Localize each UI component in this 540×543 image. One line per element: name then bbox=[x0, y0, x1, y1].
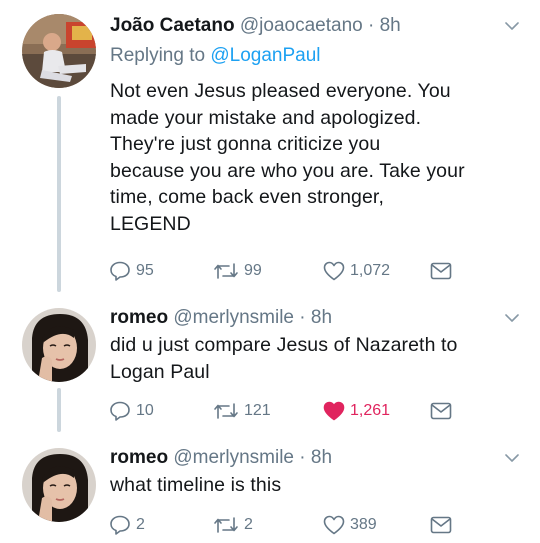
tweet-text-line: LEGEND bbox=[110, 212, 191, 235]
direct-message-icon[interactable] bbox=[430, 402, 452, 420]
tweet-header: romeo @merlynsmile · 8h bbox=[110, 306, 332, 330]
handle[interactable]: @joaocaetano bbox=[240, 15, 363, 36]
profile-photo-icon bbox=[22, 308, 96, 382]
reply-count: 95 bbox=[136, 262, 154, 279]
like-count: 389 bbox=[350, 516, 377, 533]
tweet-3[interactable]: romeo @merlynsmile · 8h what timeline is… bbox=[0, 440, 540, 543]
avatar[interactable] bbox=[22, 448, 96, 522]
replying-to-label: Replying to bbox=[110, 45, 206, 66]
handle[interactable]: @merlynsmile bbox=[173, 447, 294, 468]
profile-photo-icon bbox=[22, 14, 96, 88]
separator: · bbox=[299, 447, 306, 468]
tweet-text: did u just compare Jesus of Nazareth to … bbox=[110, 332, 530, 385]
chevron-down-icon[interactable] bbox=[504, 20, 520, 32]
tweet-text-line: because you are who you are. Take your bbox=[110, 159, 465, 182]
tweet-text-line: Logan Paul bbox=[110, 360, 210, 383]
tweet-text-line: Not even Jesus pleased everyone. You bbox=[110, 80, 451, 102]
tweet-actions: 2 2 389 bbox=[108, 512, 508, 538]
thread-line bbox=[57, 388, 61, 432]
mention-link[interactable]: @LoganPaul bbox=[210, 45, 320, 66]
retweet-icon bbox=[214, 403, 238, 419]
profile-photo-icon bbox=[22, 448, 96, 522]
tweet-text: Not even Jesus pleased everyone. You mad… bbox=[110, 78, 530, 237]
separator: · bbox=[367, 15, 375, 36]
chevron-down-icon[interactable] bbox=[504, 312, 520, 324]
retweet-count: 2 bbox=[244, 516, 253, 533]
reply-button[interactable]: 95 bbox=[108, 258, 154, 284]
reply-button[interactable]: 10 bbox=[108, 398, 154, 424]
like-count: 1,072 bbox=[350, 262, 391, 279]
direct-message-icon[interactable] bbox=[430, 516, 452, 534]
display-name[interactable]: João Caetano bbox=[110, 15, 235, 36]
retweet-icon bbox=[214, 517, 238, 533]
retweet-icon bbox=[214, 263, 238, 279]
retweet-button[interactable]: 99 bbox=[212, 258, 262, 284]
retweet-button[interactable]: 2 bbox=[212, 512, 253, 538]
chevron-down-icon[interactable] bbox=[504, 452, 520, 464]
tweet-header: João Caetano @joaocaetano · 8h bbox=[110, 14, 401, 38]
like-button[interactable]: 1,261 bbox=[322, 398, 390, 424]
tweet-actions: 10 121 1,261 bbox=[108, 398, 508, 424]
tweet-text-line: They're just gonna criticize you bbox=[110, 133, 381, 155]
reply-icon bbox=[110, 515, 130, 535]
like-count: 1,261 bbox=[350, 402, 391, 419]
separator: · bbox=[299, 307, 306, 328]
timestamp[interactable]: 8h bbox=[311, 307, 332, 328]
display-name[interactable]: romeo bbox=[110, 307, 168, 328]
display-name[interactable]: romeo bbox=[110, 447, 168, 468]
handle[interactable]: @merlynsmile bbox=[173, 307, 294, 328]
replying-to: Replying to @LoganPaul bbox=[110, 44, 321, 68]
timestamp[interactable]: 8h bbox=[311, 447, 332, 468]
like-button[interactable]: 389 bbox=[322, 512, 377, 538]
like-button[interactable]: 1,072 bbox=[322, 258, 390, 284]
avatar[interactable] bbox=[22, 14, 96, 88]
retweet-count: 99 bbox=[244, 262, 262, 279]
reply-button[interactable]: 2 bbox=[108, 512, 145, 538]
heart-icon bbox=[323, 261, 345, 281]
reply-count: 10 bbox=[136, 402, 154, 419]
tweet-2[interactable]: romeo @merlynsmile · 8h did u just compa… bbox=[0, 300, 540, 440]
tweet-actions: 95 99 1,072 bbox=[108, 258, 508, 284]
tweet-1[interactable]: João Caetano @joaocaetano · 8h Replying … bbox=[0, 0, 540, 300]
tweet-text-line: made your mistake and apologized. bbox=[110, 106, 422, 129]
tweet-text-line: what timeline is this bbox=[110, 474, 282, 496]
retweet-count: 121 bbox=[244, 402, 271, 419]
reply-icon bbox=[110, 261, 130, 281]
avatar[interactable] bbox=[22, 308, 96, 382]
thread-line bbox=[57, 96, 61, 292]
heart-icon bbox=[323, 515, 345, 535]
timestamp[interactable]: 8h bbox=[380, 15, 401, 36]
tweet-text-line: did u just compare Jesus of Nazareth to bbox=[110, 334, 458, 356]
retweet-button[interactable]: 121 bbox=[212, 398, 271, 424]
heart-filled-icon bbox=[323, 401, 345, 421]
direct-message-icon[interactable] bbox=[430, 262, 452, 280]
tweet-header: romeo @merlynsmile · 8h bbox=[110, 446, 332, 470]
reply-icon bbox=[110, 401, 130, 421]
tweet-text: what timeline is this bbox=[110, 472, 530, 499]
reply-count: 2 bbox=[136, 516, 145, 533]
tweet-text-line: time, come back even stronger, bbox=[110, 186, 384, 208]
